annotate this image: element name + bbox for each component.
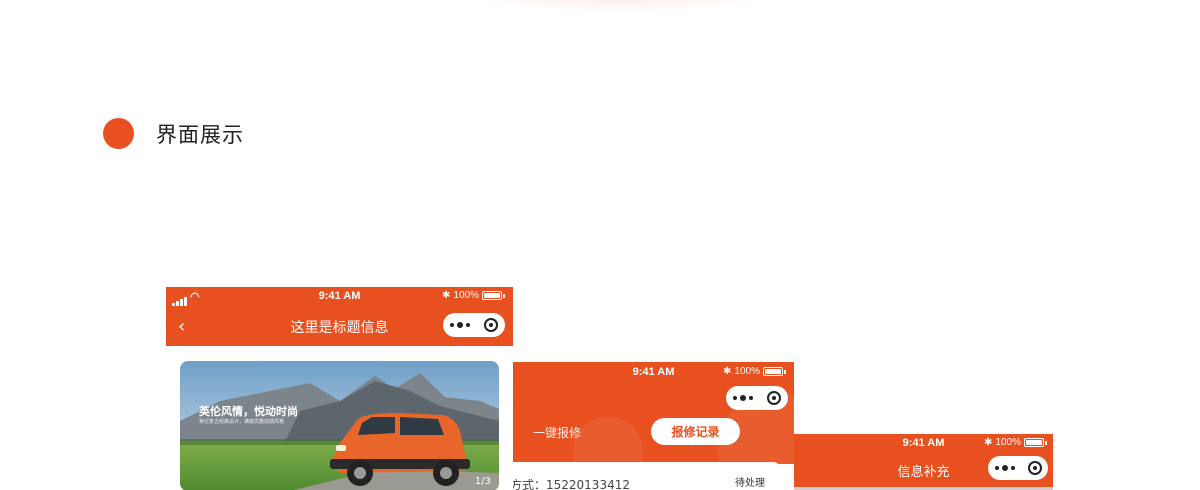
bluetooth-icon: ✱	[723, 366, 732, 377]
screen-info-supplement: 9:41 AM ✱ 100% 信息补充	[794, 434, 1053, 490]
more-icon[interactable]	[994, 465, 1015, 471]
nav-bar: ◠ 9:41 AM ✱ 100% ‹ 这里是标题信息	[166, 287, 513, 346]
banner-headline: 英伦风情，悦动时尚	[199, 405, 298, 418]
close-target-icon[interactable]	[484, 318, 498, 332]
contact-phone: 方式：15220133412	[513, 478, 630, 490]
banner-subline: 英伦复古经典设计，满载优雅动感风格	[199, 419, 285, 425]
top-decorative-glow	[450, 0, 790, 12]
section-title: 界面展示	[156, 123, 244, 147]
tab-quick-repair[interactable]: 一键报修	[533, 424, 581, 441]
section-bullet	[103, 118, 134, 149]
battery-percent: 100%	[734, 366, 760, 377]
repair-header: 9:41 AM ✱ 100% 一键报修 报修记录	[513, 362, 794, 464]
battery-percent: 100%	[453, 290, 479, 301]
status-badge: 待处理	[735, 478, 765, 489]
battery-percent: 100%	[995, 437, 1021, 448]
mini-program-capsule	[726, 386, 788, 410]
battery-icon	[1024, 438, 1044, 447]
close-target-icon[interactable]	[1027, 461, 1042, 475]
bluetooth-icon: ✱	[442, 290, 451, 301]
mini-program-capsule	[988, 456, 1048, 480]
banner-image	[180, 361, 499, 490]
bluetooth-icon: ✱	[984, 437, 993, 448]
mini-program-capsule	[443, 313, 505, 337]
more-icon[interactable]	[733, 395, 753, 401]
nav-bar: 9:41 AM ✱ 100% 信息补充	[794, 434, 1053, 490]
screen-detail: ◠ 9:41 AM ✱ 100% ‹ 这里是标题信息 英伦风情，悦动时尚 英伦复…	[166, 287, 513, 490]
close-target-icon[interactable]	[767, 391, 781, 405]
battery-icon	[763, 367, 783, 376]
screen-repair: 9:41 AM ✱ 100% 一键报修 报修记录 方式：15220133412 …	[513, 362, 794, 490]
tab-repair-records[interactable]: 报修记录	[651, 418, 740, 445]
banner-carousel[interactable]: 英伦风情，悦动时尚 英伦复古经典设计，满载优雅动感风格 1/3	[180, 361, 499, 490]
battery-icon	[482, 291, 502, 300]
more-icon[interactable]	[450, 322, 470, 328]
banner-page-indicator: 1/3	[474, 476, 491, 487]
